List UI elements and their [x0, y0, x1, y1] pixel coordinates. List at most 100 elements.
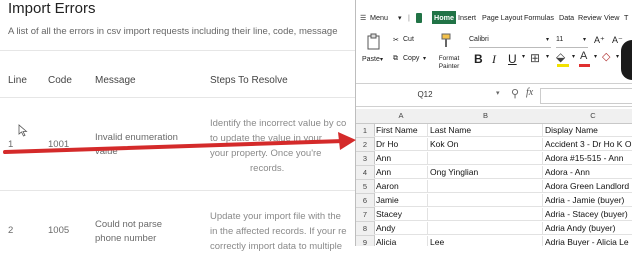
fx-icon[interactable]: fx: [526, 87, 533, 98]
row-header[interactable]: 8: [356, 222, 375, 236]
cell-c[interactable]: Adora #15-515 - Ann: [543, 152, 632, 165]
font-color-icon[interactable]: A: [580, 50, 587, 62]
cell-b[interactable]: [428, 222, 543, 235]
cell-a[interactable]: Alicia: [374, 236, 428, 246]
paste-dropdown-icon[interactable]: ▾: [380, 56, 383, 63]
divider: [0, 190, 360, 191]
cell-b[interactable]: Kok On: [428, 138, 543, 151]
cell-a[interactable]: Ann: [374, 166, 428, 179]
row-code: 1005: [48, 225, 70, 236]
cell-a[interactable]: Aaron: [374, 180, 428, 193]
clear-format-icon[interactable]: ◇: [602, 50, 610, 63]
column-header-c[interactable]: C: [543, 109, 632, 124]
page-title: Import Errors: [8, 0, 96, 17]
cut-button[interactable]: Cut: [403, 36, 414, 43]
tab-formulas[interactable]: Formulas: [524, 13, 554, 22]
cell-a[interactable]: Stacey: [374, 208, 428, 221]
cell-c[interactable]: Adria - Stacey (buyer): [543, 208, 632, 221]
clear-dropdown-icon[interactable]: ▾: [616, 53, 619, 60]
borders-icon[interactable]: ⊞: [530, 51, 540, 65]
menu-button[interactable]: Menu: [370, 13, 388, 22]
cell-b[interactable]: Ong Yinglian: [428, 166, 543, 179]
decrease-font-icon[interactable]: A⁻: [612, 35, 623, 46]
select-all-corner[interactable]: [356, 109, 375, 124]
scissors-icon[interactable]: ✂: [393, 36, 399, 44]
cell-c[interactable]: Adria Andy (buyer): [543, 222, 632, 235]
tab-home[interactable]: Home: [432, 11, 456, 24]
cell-c[interactable]: Accident 3 - Dr Ho K O: [543, 138, 632, 151]
cell-c[interactable]: Display Name: [543, 124, 632, 137]
bold-button[interactable]: B: [474, 52, 483, 66]
copy-dropdown-icon[interactable]: ▾: [423, 55, 426, 62]
cell-b[interactable]: [428, 208, 543, 221]
row-header[interactable]: 5: [356, 180, 375, 194]
row-header[interactable]: 9: [356, 236, 375, 246]
tab-insert[interactable]: Insert: [458, 13, 476, 22]
fill-color-icon[interactable]: ⬙: [556, 50, 565, 64]
cell-a[interactable]: Ann: [374, 152, 428, 165]
row-header[interactable]: 1: [356, 124, 375, 138]
font-name-select[interactable]: Calibri ▾: [469, 36, 551, 48]
hamburger-icon[interactable]: ☰: [360, 13, 366, 22]
separator: |: [408, 13, 410, 22]
paste-icon[interactable]: [366, 33, 382, 51]
cell-b[interactable]: Last Name: [428, 124, 543, 137]
chevron-down-icon: ▾: [545, 37, 549, 43]
copy-icon[interactable]: ⧉: [393, 55, 398, 63]
ribbon-toolbar: Paste ▾ ✂ Cut ⧉ Copy ▾ Format Painter Ca…: [356, 28, 632, 84]
divider: [0, 97, 360, 98]
font-color-swatch: [579, 64, 590, 67]
cell-c[interactable]: Adora - Ann: [543, 166, 632, 179]
row-header[interactable]: 3: [356, 152, 375, 166]
row-steps: Update your import file with the in the …: [210, 211, 347, 252]
column-header-steps: Steps To Resolve: [210, 75, 288, 86]
column-header-message: Message: [95, 75, 136, 86]
column-header-a[interactable]: A: [374, 109, 429, 124]
borders-dropdown-icon[interactable]: ▾: [546, 53, 549, 60]
name-box[interactable]: Q12: [380, 88, 470, 102]
column-header-b[interactable]: B: [428, 109, 544, 124]
italic-button[interactable]: I: [492, 52, 496, 67]
format-painter-icon[interactable]: [440, 33, 452, 49]
font-size-select[interactable]: 11 ▾: [556, 36, 588, 48]
fill-dropdown-icon[interactable]: ▾: [572, 53, 575, 60]
fill-color-swatch: [557, 64, 569, 67]
row-line: 1: [8, 139, 14, 150]
row-header[interactable]: 4: [356, 166, 375, 180]
format-painter-button[interactable]: Format Painter: [434, 55, 464, 71]
underline-dropdown-icon[interactable]: ▾: [522, 53, 525, 60]
tab-data[interactable]: Data: [559, 13, 574, 22]
copy-button[interactable]: Copy: [403, 55, 419, 62]
paste-button[interactable]: Paste: [362, 56, 380, 63]
column-header-line: Line: [8, 75, 27, 86]
font-color-dropdown-icon[interactable]: ▾: [594, 53, 597, 60]
cell-b[interactable]: [428, 152, 543, 165]
underline-button[interactable]: U: [508, 52, 517, 66]
tab-page-layout[interactable]: Page Layout: [482, 13, 522, 22]
cell-b[interactable]: [428, 180, 543, 193]
zoom-icon[interactable]: ⚲: [511, 87, 519, 100]
cell-c[interactable]: Adria - Jamie (buyer): [543, 194, 632, 207]
divider: [0, 50, 360, 51]
row-steps: Identify the incorrect value by co to up…: [210, 118, 347, 174]
cell-c[interactable]: Adora Green Landlord: [543, 180, 632, 193]
row-header[interactable]: 2: [356, 138, 375, 152]
row-header[interactable]: 7: [356, 208, 375, 222]
tab-review[interactable]: Review: [578, 13, 602, 22]
formula-input[interactable]: [540, 88, 632, 104]
cell-b[interactable]: Lee: [428, 236, 543, 246]
tab-t[interactable]: T: [624, 13, 628, 22]
cell-a[interactable]: Jamie: [374, 194, 428, 207]
cell-c[interactable]: Adria Buyer - Alicia Le: [543, 236, 632, 246]
tab-view[interactable]: View: [604, 13, 619, 22]
cell-a[interactable]: Dr Ho: [374, 138, 428, 151]
cell-b[interactable]: [428, 194, 543, 207]
cell-a[interactable]: Andy: [374, 222, 428, 235]
name-box-dropdown-icon[interactable]: ▾: [496, 89, 500, 97]
menu-dropdown-icon[interactable]: ▾: [398, 13, 402, 22]
cell-a[interactable]: First Name: [374, 124, 428, 137]
increase-font-icon[interactable]: A⁺: [594, 35, 605, 46]
back-icon[interactable]: [416, 13, 422, 23]
row-header[interactable]: 6: [356, 194, 375, 208]
row-message: Invalid enumeration value: [95, 132, 178, 157]
